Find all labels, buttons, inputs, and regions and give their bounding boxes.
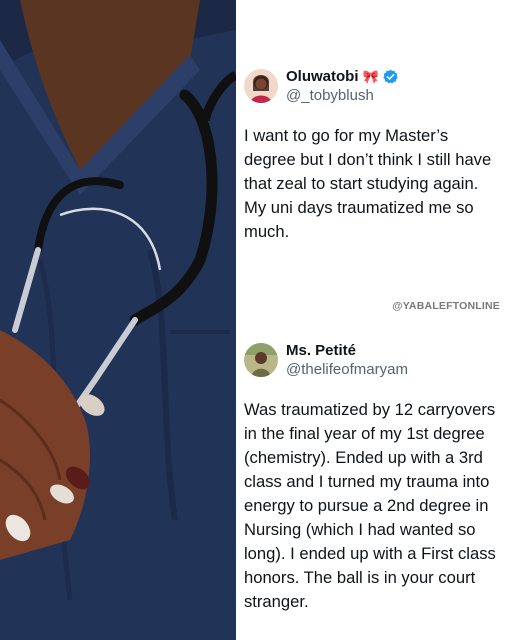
tweet-text: I want to go for my Master’s degree but … — [244, 126, 492, 241]
avatar[interactable] — [244, 343, 278, 377]
ribbon-emoji-icon: 🎀 — [362, 68, 379, 84]
tweet-card: Ms. Petité @thelifeofmaryam Was traumati… — [244, 338, 502, 614]
tweet-text: Was traumatized by 12 carryovers in the … — [244, 400, 496, 611]
watermark: @YABALEFTONLINE — [392, 300, 500, 312]
verified-badge-icon — [383, 69, 398, 84]
nurse-photo-illustration — [0, 0, 236, 640]
tweet-card: Oluwatobi 🎀 @_tobyblush I want to go for… — [244, 64, 502, 244]
tweet-header: Oluwatobi 🎀 @_tobyblush — [244, 64, 502, 108]
username-handle[interactable]: @thelifeofmaryam — [286, 361, 408, 378]
tweet-header: Ms. Petité @thelifeofmaryam — [244, 338, 502, 382]
tweet-panel: Oluwatobi 🎀 @_tobyblush I want to go for… — [236, 0, 512, 640]
avatar[interactable] — [244, 69, 278, 103]
username-handle[interactable]: @_tobyblush — [286, 87, 398, 104]
nurse-photo — [0, 0, 236, 640]
display-name[interactable]: Oluwatobi — [286, 68, 359, 85]
display-name[interactable]: Ms. Petité — [286, 342, 356, 359]
